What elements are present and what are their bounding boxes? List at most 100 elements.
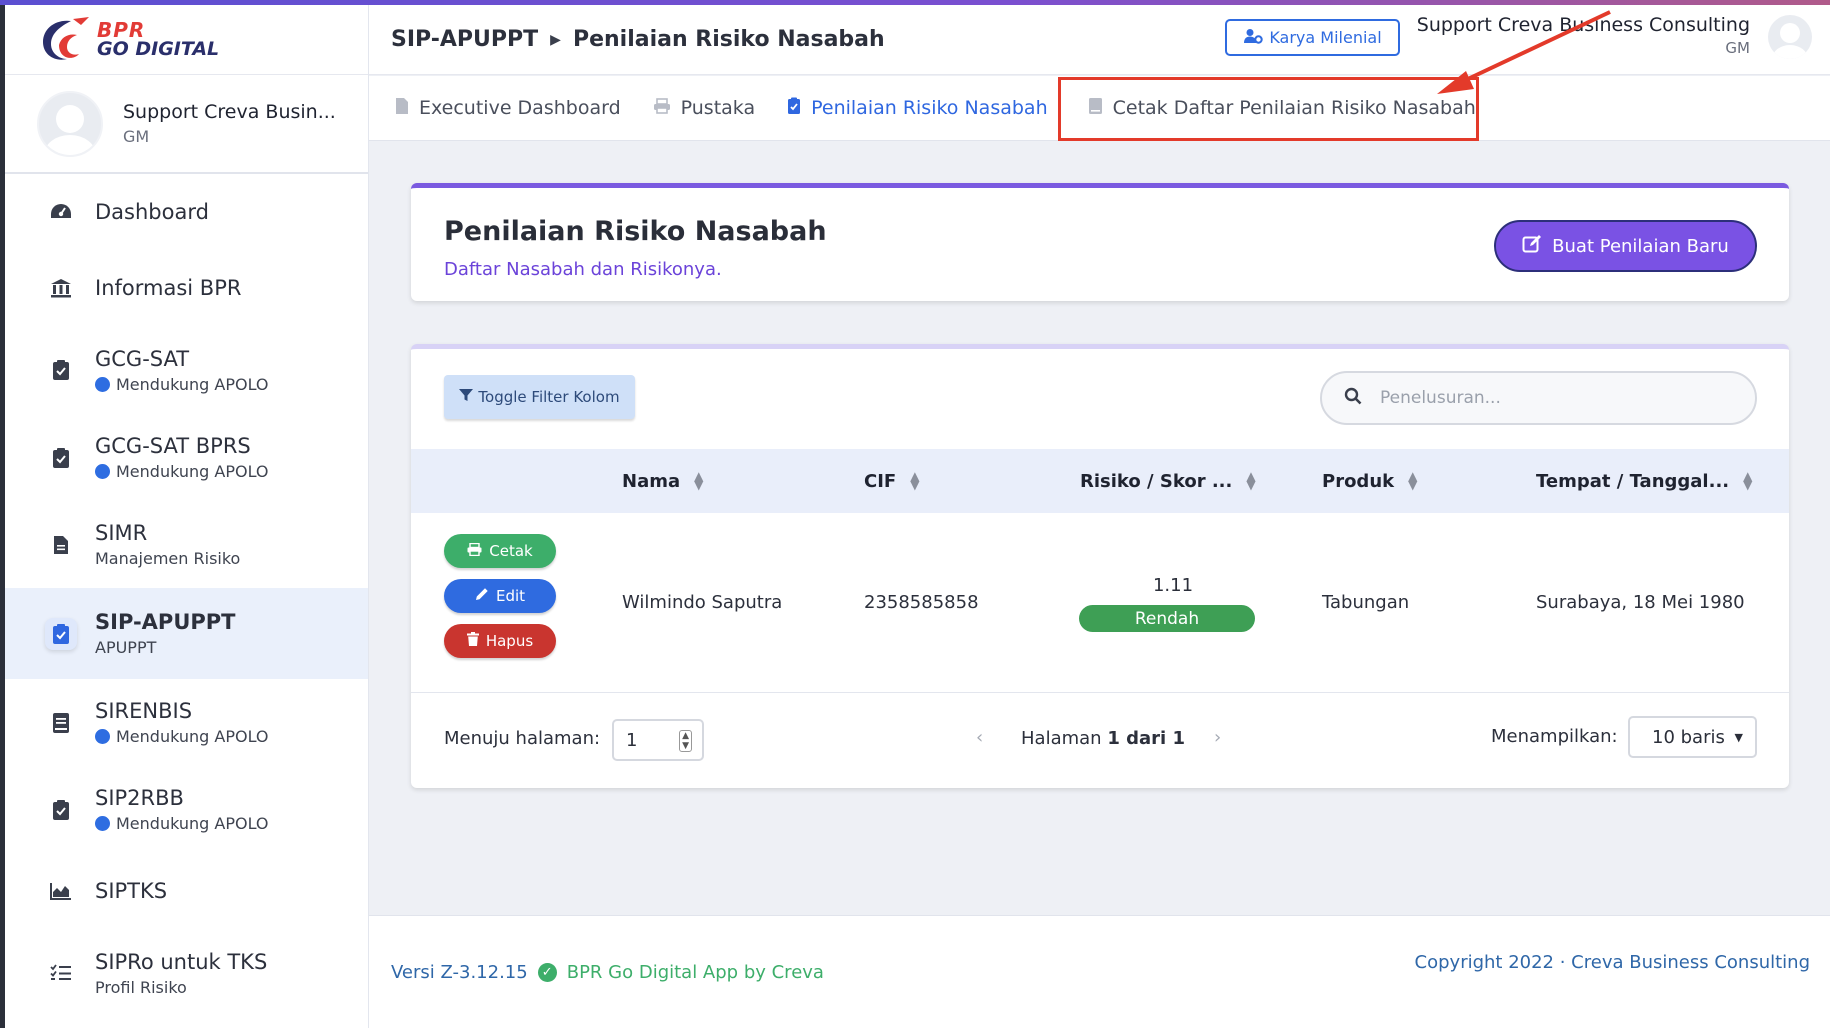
toggle-filter-label: Toggle Filter Kolom <box>478 388 620 406</box>
sort-icon: ▲ ▼ <box>1408 469 1418 492</box>
tab-label: Penilaian Risiko Nasabah <box>811 97 1048 119</box>
sidebar-item-simr[interactable]: SIMR Manajemen Risiko <box>5 501 368 588</box>
profile-card[interactable]: Support Creva Busin... GM <box>5 75 368 174</box>
clipboard-check-icon <box>787 97 801 120</box>
tab-bar: Executive Dashboard Pustaka Penilaian Ri… <box>369 76 1830 141</box>
column-header-risiko[interactable]: Risiko / Skor ... ▲ ▼ <box>1080 449 1256 513</box>
logo-mark-icon <box>37 15 93 65</box>
sidebar-item-gcg-sat-bprs[interactable]: GCG-SAT BPRS Mendukung APOLO <box>5 414 368 501</box>
column-label: Tempat / Tanggal... <box>1536 470 1730 492</box>
column-header-produk[interactable]: Produk ▲ ▼ <box>1322 449 1417 513</box>
version-text: Versi Z-3.12.15 <box>391 962 528 983</box>
printer-icon <box>467 542 482 560</box>
column-header-tempat-tanggal[interactable]: Tempat / Tanggal... ▲ ▼ <box>1536 449 1752 513</box>
goto-page-input[interactable]: 1 ▲ ▼ <box>612 719 704 761</box>
risk-level-badge: Rendah <box>1079 605 1255 632</box>
clipboard-check-icon <box>45 442 77 474</box>
sidebar-item-sirenbis[interactable]: SIRENBIS Mendukung APOLO <box>5 679 368 766</box>
edit-button[interactable]: Edit <box>444 579 556 613</box>
sidebar-item-dashboard[interactable]: Dashboard <box>5 174 368 250</box>
tab-label: Cetak Daftar Penilaian Risiko Nasabah <box>1112 97 1476 119</box>
tab-penilaian-risiko-nasabah[interactable]: Penilaian Risiko Nasabah <box>771 76 1064 141</box>
filter-icon <box>459 388 474 406</box>
tab-executive-dashboard[interactable]: Executive Dashboard <box>379 76 637 141</box>
sidebar-item-siptks[interactable]: SIPTKS <box>5 853 368 929</box>
prev-page-button[interactable]: ‹ <box>976 727 983 748</box>
delete-button[interactable]: Hapus <box>444 624 556 658</box>
sidebar-item-informasi-bpr[interactable]: Informasi BPR <box>5 250 368 326</box>
search-icon <box>1344 386 1362 410</box>
book-icon <box>45 707 77 739</box>
profile-role: GM <box>123 127 150 146</box>
page-info: Halaman 1 dari 1 <box>1021 728 1185 749</box>
user-gear-icon <box>1243 28 1264 48</box>
sidebar-item-label: SIP2RBB <box>95 786 184 810</box>
pagination: Menuju halaman: 1 ▲ ▼ ‹ Halaman 1 dari 1 … <box>411 694 1789 789</box>
sidebar-item-sub: APUPPT <box>95 638 157 657</box>
column-label: Produk <box>1322 470 1395 492</box>
clipboard-check-icon <box>45 794 77 826</box>
sidebar-item-label: Informasi BPR <box>95 276 242 300</box>
clipboard-check-icon <box>45 354 77 386</box>
page-header-card: Penilaian Risiko Nasabah Daftar Nasabah … <box>411 183 1789 301</box>
edit-label: Edit <box>495 587 526 605</box>
header-user[interactable]: Support Creva Business Consulting GM <box>1417 14 1750 57</box>
profile-name: Support Creva Busin... <box>123 101 336 123</box>
sidebar-item-label: GCG-SAT BPRS <box>95 434 251 458</box>
document-icon <box>45 529 77 561</box>
cell-risk-score: 1.11 <box>1152 575 1194 596</box>
status-dot <box>95 816 110 831</box>
column-header-nama[interactable]: Nama ▲ ▼ <box>622 449 703 513</box>
cell-nama: Wilmindo Saputra <box>622 592 783 613</box>
avatar <box>37 90 103 157</box>
copyright[interactable]: Copyright 2022 · Creva Business Consulti… <box>1415 952 1810 973</box>
search-input[interactable] <box>1380 388 1720 408</box>
tab-label: Pustaka <box>680 97 756 119</box>
search-box <box>1320 371 1757 425</box>
goto-page-value: 1 <box>626 729 638 751</box>
pencil-icon <box>475 587 489 605</box>
logo[interactable]: BPR GO DIGITAL <box>5 5 368 75</box>
check-circle-icon: ✓ <box>537 963 557 982</box>
cell-tempat-tanggal: Surabaya, 18 Mei 1980 <box>1536 592 1745 613</box>
sidebar-item-label: SIRENBIS <box>95 699 193 723</box>
sidebar-item-sub: Mendukung APOLO <box>116 727 269 746</box>
rows-per-page-label: Menampilkan: <box>1491 726 1618 747</box>
breadcrumb-item[interactable]: SIP-APUPPT <box>391 27 538 52</box>
rows-per-page-select[interactable]: 10 baris ▼ <box>1628 716 1757 758</box>
sidebar-item-sub: Mendukung APOLO <box>116 374 269 394</box>
cell-produk: Tabungan <box>1322 592 1410 613</box>
sidebar-item-sipro-tks[interactable]: SIPRo untuk TKS Profil Risiko <box>5 929 368 1017</box>
sidebar-item-label: SIPTKS <box>95 879 168 903</box>
column-header-cif[interactable]: CIF ▲ ▼ <box>864 449 919 513</box>
page-info-prefix: Halaman <box>1021 728 1102 749</box>
book-icon <box>1088 97 1103 120</box>
status-dot <box>95 376 110 392</box>
header-avatar[interactable] <box>1768 15 1812 59</box>
sidebar-item-sub: Mendukung APOLO <box>116 814 269 833</box>
stepper-icon[interactable]: ▲ ▼ <box>679 730 692 752</box>
trash-icon <box>466 632 479 650</box>
sidebar-item-label: Dashboard <box>95 200 209 224</box>
new-assessment-label: Buat Penilaian Baru <box>1552 235 1729 257</box>
tab-pustaka[interactable]: Pustaka <box>637 76 771 141</box>
next-page-button[interactable]: › <box>1214 727 1221 748</box>
karya-milenial-button[interactable]: Karya Milenial <box>1225 19 1400 56</box>
sidebar-item-sip-apuppt[interactable]: SIP-APUPPT APUPPT <box>5 588 368 679</box>
sidebar-item-sip2rbb[interactable]: SIP2RBB Mendukung APOLO <box>5 766 368 853</box>
area-chart-icon <box>45 875 77 907</box>
header-user-name: Support Creva Business Consulting <box>1416 14 1750 36</box>
new-assessment-button[interactable]: Buat Penilaian Baru <box>1494 220 1757 272</box>
header: SIP-APUPPT ▶ Penilaian Risiko Nasabah Ka… <box>369 5 1830 75</box>
gauge-icon <box>45 196 77 228</box>
toggle-filter-button[interactable]: Toggle Filter Kolom <box>444 375 635 419</box>
sidebar-item-gcg-sat[interactable]: GCG-SAT Mendukung APOLO <box>5 326 368 414</box>
sidebar-item-sub: Profil Risiko <box>95 977 187 997</box>
column-label: Risiko / Skor ... <box>1080 470 1233 492</box>
status-dot <box>95 729 110 744</box>
list-check-icon <box>45 957 77 989</box>
caret-down-icon: ▼ <box>1734 731 1743 744</box>
sidebar-item-label: SIMR <box>95 521 148 545</box>
tab-cetak-daftar-penilaian[interactable]: Cetak Daftar Penilaian Risiko Nasabah <box>1072 76 1492 141</box>
print-button[interactable]: Cetak <box>444 534 556 568</box>
